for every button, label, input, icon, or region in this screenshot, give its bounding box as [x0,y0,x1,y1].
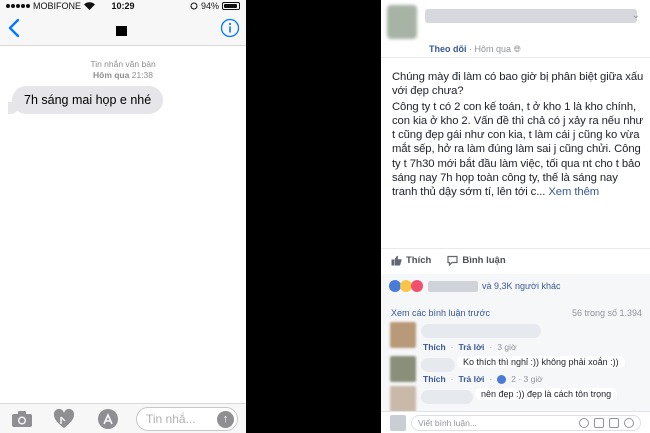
app-store-icon[interactable] [96,408,120,430]
battery-icon [222,2,240,10]
like-button[interactable]: Thích [391,255,431,266]
comment-button[interactable]: Bình luận [447,255,506,266]
incoming-message-bubble[interactable]: 7h sáng mai họp e nhé [7,86,164,114]
comment-input-icons [579,418,634,428]
camera-icon[interactable] [10,408,34,430]
dot-separator: · [489,374,493,384]
chevron-down-icon[interactable]: ⌄ [632,10,640,21]
screenshot-stage: MOBIFONE 10:29 94% Tin nhắn văn bản Hôm … [0,0,650,433]
comment-text: nên đẹp :)) đẹp là cách tôn trọng [475,388,618,400]
commenter-avatar-blurred[interactable] [390,356,416,382]
post-paragraph: Chúng mày đi làm có bao giờ bị phân biệt… [392,71,644,98]
like-label: Thích [406,255,432,266]
commenter-name-blurred [421,390,473,404]
love-reaction-icon [411,280,423,292]
like-badge-icon [497,374,507,384]
comment-reply-link[interactable]: Trả lời [459,342,485,352]
sticker-icon[interactable] [624,418,634,428]
write-comment-bar: Viết bình luận... [381,411,650,433]
commenter-avatar-blurred[interactable] [390,386,416,412]
post-body: Chúng mày đi làm có bao giờ bị phân biệt… [392,70,646,201]
arrow-up-icon: ↑ [222,413,229,425]
thread-timestamp: Tin nhắn văn bản Hôm qua 21:38 [0,59,246,81]
thumbs-up-icon [391,255,402,266]
current-user-avatar [390,415,406,431]
gif-icon[interactable] [609,418,619,428]
see-more-link[interactable]: Xem thêm [548,186,599,198]
comment-time: 3 giờ [497,342,517,352]
reaction-summary[interactable]: và 9,3K người khác [381,274,650,298]
comment-time: 2 · 3 giờ [511,374,543,384]
back-chevron-icon[interactable] [6,18,24,38]
message-date: Hôm qua 21:38 [0,70,246,81]
dot-separator: · [489,342,493,352]
comment-input-placeholder: Viết bình luận... [418,418,477,428]
facebook-post: ⌄ Theo dõi · Hôm qua 🌐︎ Chúng mày đi làm… [381,0,650,433]
message-day: Hôm qua [92,70,130,80]
comment-count: 56 trong số 1.394 [571,308,642,318]
comment-like-link[interactable]: Thích [423,342,446,352]
author-name-blurred[interactable] [425,9,637,23]
comment-bubble-blurred [421,324,541,338]
commenter-avatar-blurred[interactable] [390,322,416,348]
messages-screen: MOBIFONE 10:29 94% Tin nhắn văn bản Hôm … [0,0,246,433]
post-paragraph-2: Công ty t có 2 con kế toán, t ở kho 1 là… [392,100,646,200]
author-avatar-blurred[interactable] [387,5,417,39]
dot-separator: · [450,374,454,384]
send-button[interactable]: ↑ [217,411,234,428]
status-bar: MOBIFONE 10:29 94% [0,0,246,12]
globe-icon: 🌐︎ [513,44,521,54]
comment-actions: Thích · Trả lời · 2 · 3 giờ [423,374,543,384]
post-header: ⌄ Theo dõi · Hôm qua 🌐︎ [381,0,650,58]
follow-link[interactable]: Theo dõi [429,44,467,54]
digital-touch-icon[interactable] [52,408,76,430]
message-text: 7h sáng mai họp e nhé [24,93,152,107]
info-icon[interactable] [220,18,240,38]
message-type-label: Tin nhắn văn bản [90,59,156,69]
message-time: 21:38 [131,70,154,80]
post-meta: Theo dõi · Hôm qua 🌐︎ [429,44,521,55]
dot-separator: · [450,342,454,352]
navigation-bar [0,12,246,46]
post-time[interactable]: Hôm qua [475,44,512,54]
post-action-bar: Thích Bình luận [381,248,650,272]
contact-name-redacted[interactable] [116,26,127,36]
post-paragraph-text: Công ty t có 2 con kế toán, t ở kho 1 là… [392,100,644,199]
commenter-name-blurred [421,358,455,372]
comment-text: Ko thích thì nghỉ :)) không phải xoắn :)… [457,356,625,368]
comment-reply-link[interactable]: Trả lời [459,374,485,384]
comments-header: Xem các bình luận trước 56 trong số 1.39… [391,308,642,318]
camera-icon[interactable] [594,418,604,428]
emoji-icon[interactable] [579,418,589,428]
comment-icon [447,255,458,266]
view-previous-comments-link[interactable]: Xem các bình luận trước [391,308,490,318]
comment-input[interactable]: Viết bình luận... [411,415,641,431]
reactor-name-blurred [428,280,478,292]
compose-bar: Tin nhắ... ↑ [0,403,246,433]
comment-like-link[interactable]: Thích [423,374,446,384]
comments-section: Xem các bình luận trước 56 trong số 1.39… [381,298,650,433]
reaction-count: và 9,3K người khác [482,281,561,291]
comment-actions: Thích · Trả lời · 3 giờ [423,342,517,352]
comment-label: Bình luận [462,255,506,266]
status-time: 10:29 [111,1,135,11]
